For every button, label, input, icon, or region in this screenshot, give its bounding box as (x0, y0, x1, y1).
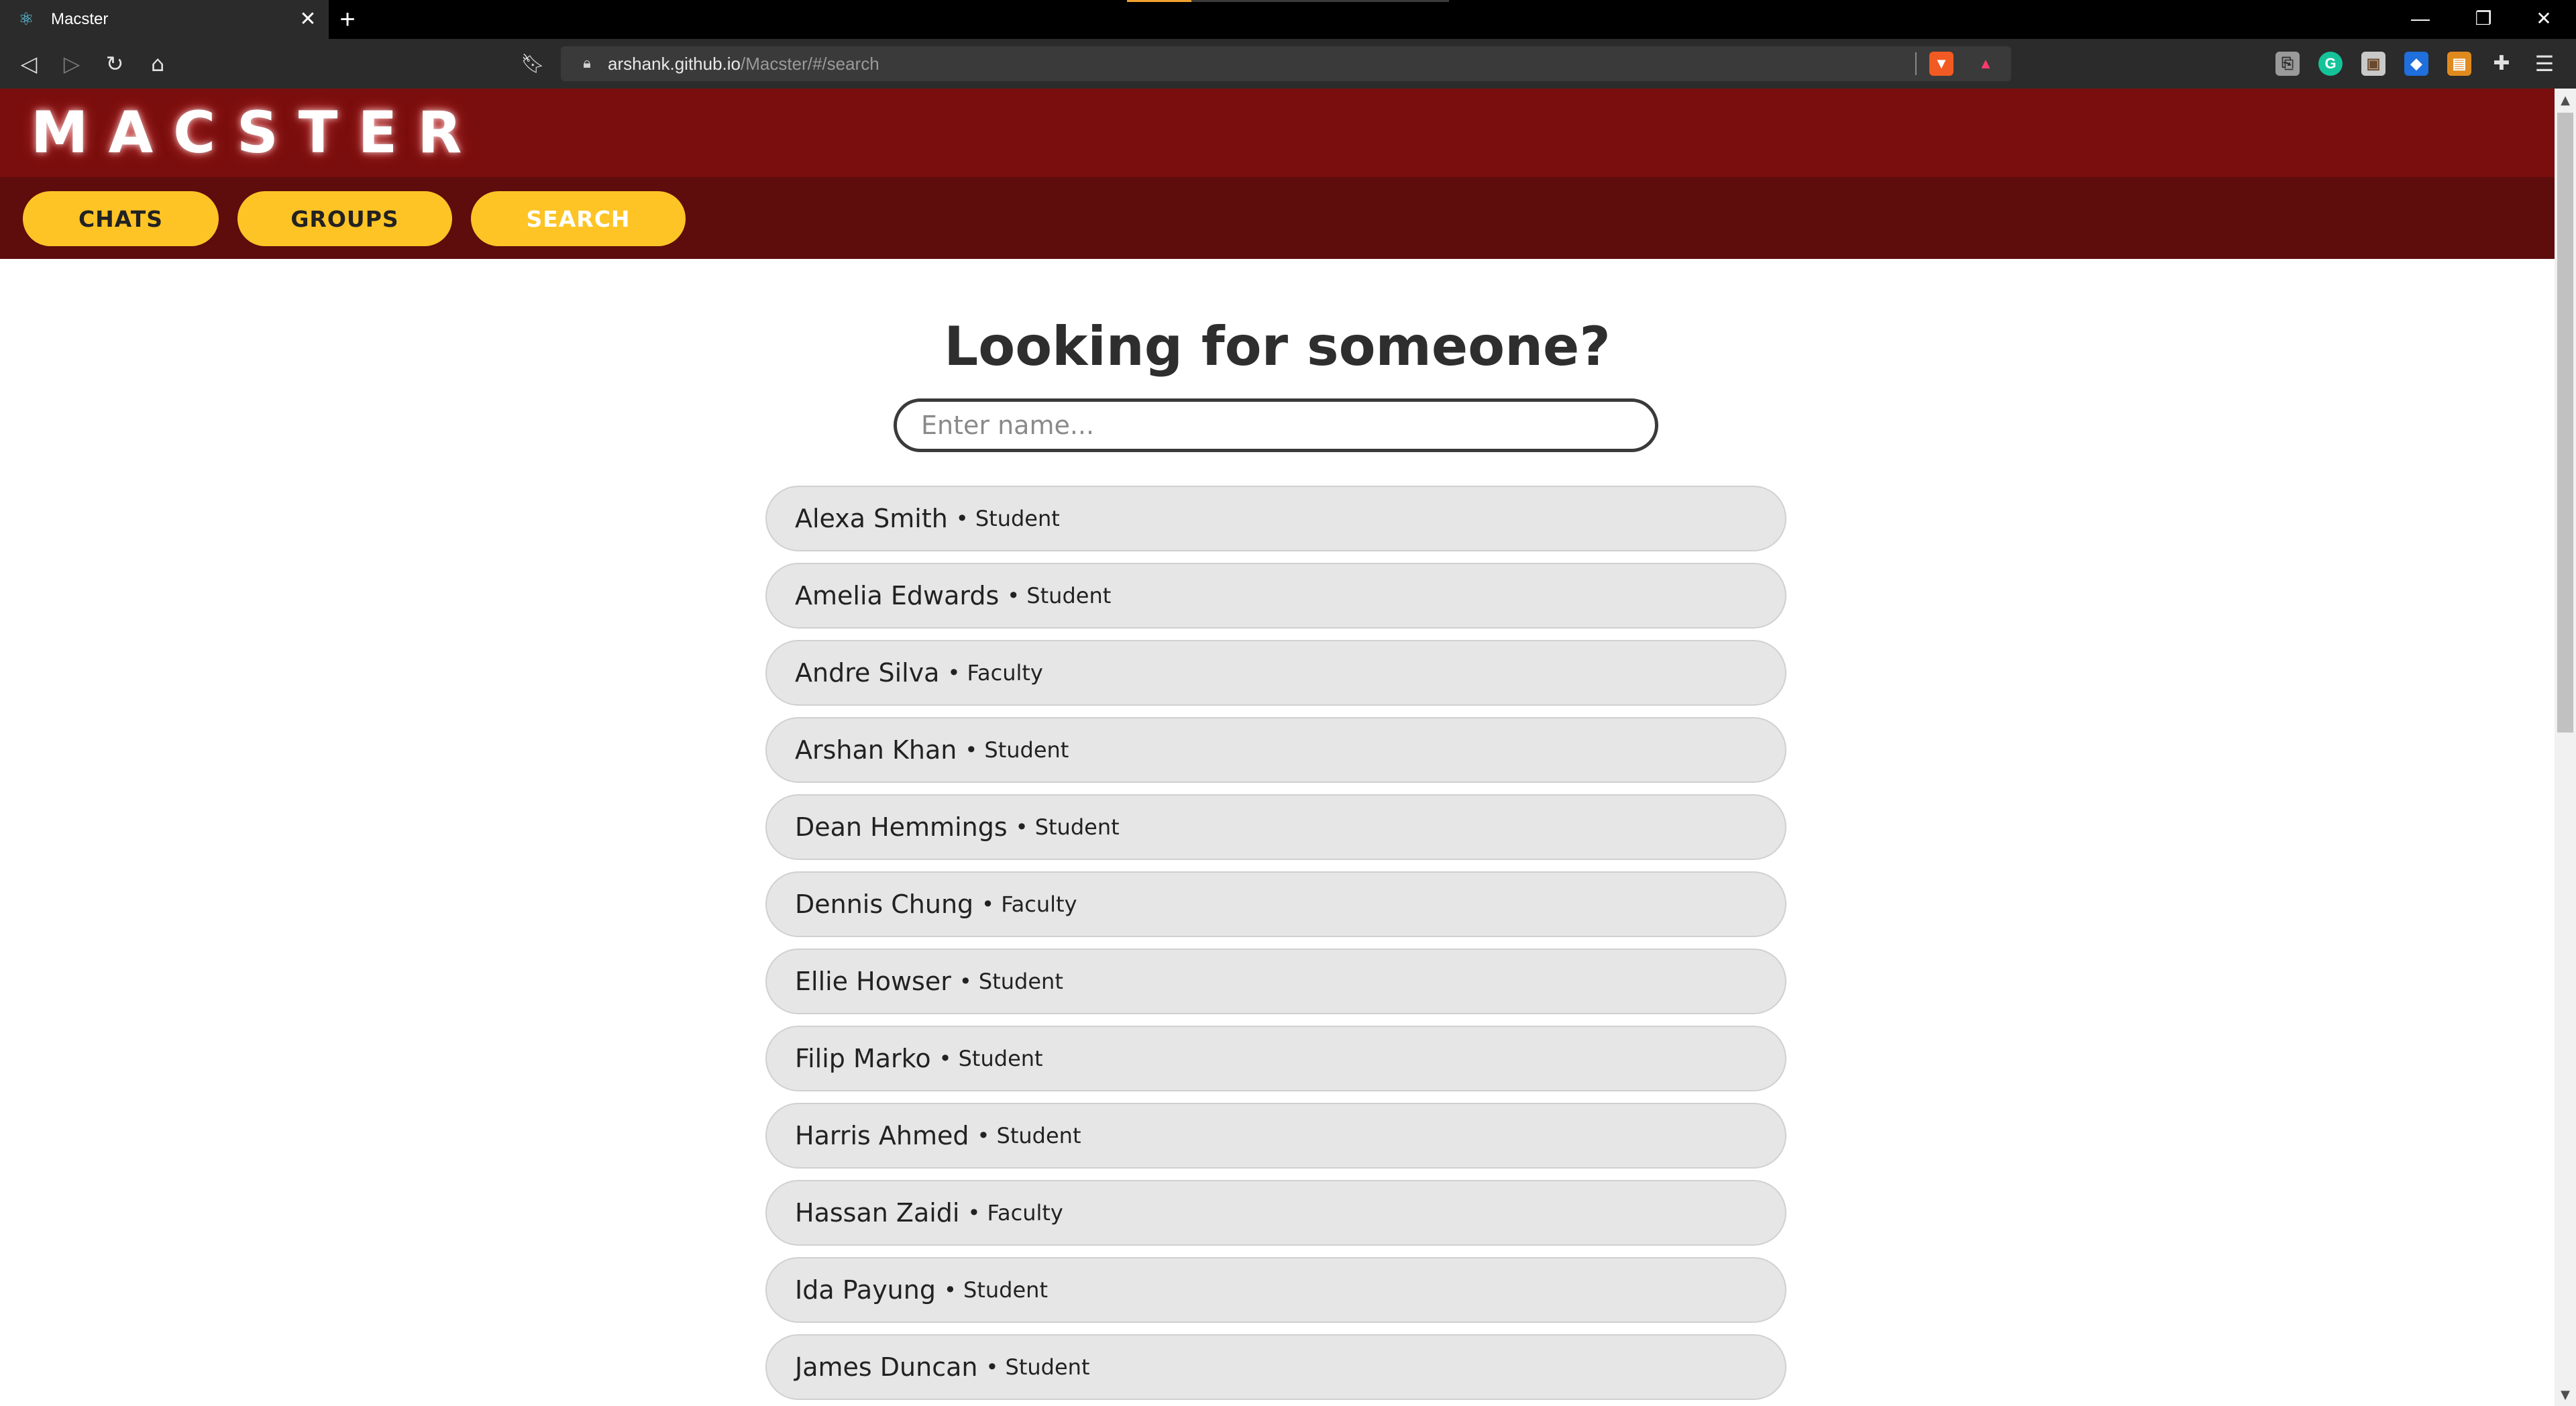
nav-groups-button[interactable]: GROUPS (237, 191, 452, 246)
address-bar-divider (1915, 52, 1917, 75)
reload-icon[interactable]: ↻ (99, 48, 130, 79)
extensions-puzzle-icon[interactable]: ✚ (2486, 48, 2517, 79)
tab-title: Macster (51, 10, 109, 28)
person-role: • Student (955, 506, 1060, 531)
list-item[interactable]: Hassan Zaidi • Faculty (765, 1180, 1786, 1246)
person-role: • Student (977, 1123, 1081, 1148)
person-name: Dean Hemmings (795, 812, 1008, 842)
url-text[interactable]: arshank.github.io/Macster/#/search (608, 54, 879, 74)
list-item[interactable]: Ida Payung • Student (765, 1257, 1786, 1323)
person-role: • Student (965, 737, 1069, 763)
nav-search-button[interactable]: SEARCH (471, 191, 686, 246)
list-item[interactable]: Arshan Khan • Student (765, 717, 1786, 783)
browser-tab[interactable]: ⚛ Macster ✕ (0, 0, 329, 39)
extension-icon[interactable]: ▤ (2447, 52, 2471, 76)
extension-icon[interactable]: ▣ (2361, 52, 2385, 76)
person-role: • Student (985, 1354, 1090, 1380)
scrollbar-thumb[interactable] (2557, 113, 2573, 733)
extension-icon[interactable]: ◆ (2404, 52, 2428, 76)
person-name: Filip Marko (795, 1044, 931, 1073)
list-item[interactable]: Alexa Smith • Student (765, 486, 1786, 551)
person-role: • Student (1015, 814, 1120, 840)
list-item[interactable]: Filip Marko • Student (765, 1026, 1786, 1091)
person-role: • Faculty (981, 891, 1077, 917)
brave-rewards-icon[interactable]: ▲ (1974, 52, 1998, 76)
list-item[interactable]: Dean Hemmings • Student (765, 794, 1786, 860)
menu-icon[interactable]: ☰ (2529, 48, 2560, 79)
extension-icon[interactable]: ⎘ (2275, 52, 2300, 76)
grammarly-icon[interactable]: G (2318, 52, 2343, 76)
person-role: • Student (1007, 583, 1112, 608)
person-role: • Student (943, 1277, 1048, 1303)
new-tab-icon[interactable]: + (334, 6, 361, 34)
person-name: Harris Ahmed (795, 1121, 969, 1150)
page-title: Looking for someone? (944, 315, 1611, 378)
lock-icon[interactable]: 🔒︎ (577, 53, 597, 74)
person-name: Hassan Zaidi (795, 1198, 960, 1228)
list-item[interactable]: Amelia Edwards • Student (765, 563, 1786, 629)
list-item[interactable]: Harris Ahmed • Student (765, 1103, 1786, 1169)
scroll-down-icon[interactable]: ▼ (2555, 1385, 2576, 1406)
person-name: Ida Payung (795, 1275, 936, 1305)
person-role: • Faculty (947, 660, 1043, 686)
brave-shields-icon[interactable]: ▼ (1929, 52, 1953, 76)
home-icon[interactable]: ⌂ (142, 48, 173, 79)
person-name: James Duncan (795, 1352, 978, 1382)
close-tab-icon[interactable]: ✕ (297, 8, 319, 31)
person-name: Ellie Howser (795, 967, 951, 996)
tab-strip (0, 0, 2576, 39)
person-name: Amelia Edwards (795, 581, 1000, 610)
person-role: • Faculty (967, 1200, 1063, 1226)
person-name: Arshan Khan (795, 735, 957, 765)
list-item[interactable]: James Duncan • Student (765, 1334, 1786, 1400)
close-window-icon[interactable]: ✕ (2524, 4, 2564, 34)
browser-window: ⚛ Macster ✕ + — ❐ ✕ ◁ ▷ ↻ ⌂ 🔖︎ 🔒︎ arshan… (0, 0, 2576, 1406)
person-role: • Student (938, 1046, 1043, 1071)
list-item[interactable]: Andre Silva • Faculty (765, 640, 1786, 706)
bookmark-icon[interactable]: 🔖︎ (517, 48, 548, 79)
restore-icon[interactable]: ❐ (2463, 4, 2504, 34)
person-name: Dennis Chung (795, 889, 974, 919)
app-logo: MACSTER (31, 99, 482, 166)
list-item[interactable]: Dennis Chung • Faculty (765, 871, 1786, 937)
person-role: • Student (959, 969, 1063, 994)
search-input[interactable] (894, 398, 1658, 452)
forward-icon[interactable]: ▷ (56, 48, 87, 79)
nav-chats-button[interactable]: CHATS (23, 191, 219, 246)
scroll-up-icon[interactable]: ▲ (2555, 90, 2576, 111)
minimize-icon[interactable]: — (2400, 4, 2440, 34)
person-name: Andre Silva (795, 658, 940, 688)
page-load-indicator (1127, 0, 1449, 2)
list-item[interactable]: Ellie Howser • Student (765, 949, 1786, 1014)
react-atom-icon: ⚛ (18, 9, 34, 30)
person-name: Alexa Smith (795, 504, 948, 533)
back-icon[interactable]: ◁ (13, 48, 44, 79)
